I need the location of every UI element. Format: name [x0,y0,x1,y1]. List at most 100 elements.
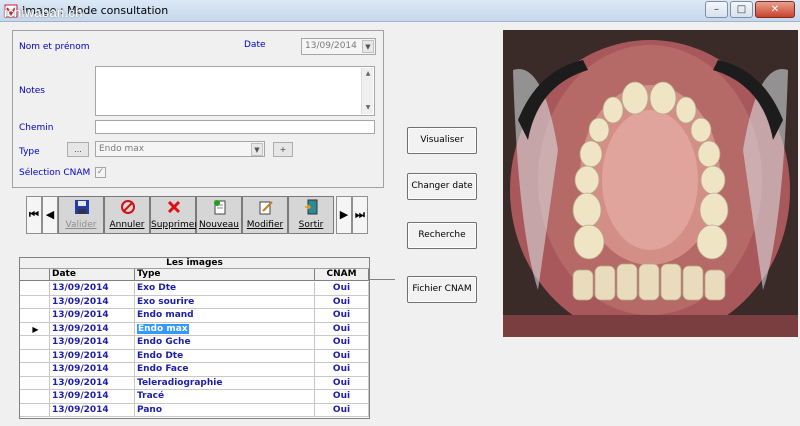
nouveau-button[interactable]: Nouveau [196,196,242,234]
cell-cnam[interactable]: Oui [315,403,369,416]
type-label: Type [19,147,40,157]
table-row[interactable]: ▶ 13/09/2014 Endo max Oui [20,322,369,336]
table-row[interactable]: 13/09/2014 Teleradiographie Oui [20,376,369,390]
cell-cnam[interactable]: Oui [315,309,369,322]
cell-date[interactable]: 13/09/2014 [50,336,135,349]
cell-type[interactable]: Tracé [135,390,315,403]
table-row[interactable]: 13/09/2014 Endo mand Oui [20,309,369,323]
fichier-cnam-button[interactable]: Fichier CNAM [407,276,477,303]
table-row[interactable]: 13/09/2014 Exo sourire Oui [20,295,369,309]
column-header-type[interactable]: Type [135,269,315,280]
cell-cnam[interactable]: Oui [315,390,369,403]
cell-type[interactable]: Endo mand [135,309,315,322]
nouveau-label: Nouveau [198,220,240,230]
last-record-button[interactable]: ⏭ [352,196,368,234]
cell-date[interactable]: 13/09/2014 [50,349,135,362]
row-indicator[interactable] [20,295,50,308]
cell-type[interactable]: Exo Dte [135,282,315,295]
date-field[interactable]: 13/09/2014 ▼ [301,38,376,55]
name-label: Nom et prénom [19,42,90,52]
scroll-down-icon[interactable]: ▼ [362,102,374,114]
table-row[interactable]: 13/09/2014 Endo Dte Oui [20,349,369,363]
supprimer-label: Supprimer [151,220,199,230]
save-icon [75,200,89,214]
sortir-label: Sortir [298,220,324,230]
cell-cnam[interactable]: Oui [315,282,369,295]
cell-cnam[interactable]: Oui [315,363,369,376]
row-indicator[interactable] [20,363,50,376]
cell-type[interactable]: Endo Gche [135,336,315,349]
cell-date[interactable]: 13/09/2014 [50,376,135,389]
chevron-down-icon[interactable]: ▼ [362,40,374,53]
cell-type[interactable]: Endo Dte [135,349,315,362]
annuler-label: Annuler [109,220,145,230]
title-bar: Image : Mode consultation ichiwaban.ch –… [0,0,800,22]
cell-cnam[interactable]: Oui [315,295,369,308]
row-indicator[interactable] [20,309,50,322]
visualiser-button[interactable]: Visualiser [407,127,477,154]
cell-date[interactable]: 13/09/2014 [50,322,135,335]
cell-type[interactable]: Endo max [135,322,315,335]
row-indicator[interactable] [20,349,50,362]
cnam-checkbox[interactable]: ✓ [95,167,106,178]
table-row[interactable]: 13/09/2014 Exo Dte Oui [20,282,369,296]
notes-textarea[interactable]: ▲ ▼ [95,66,375,116]
minimize-button[interactable]: – [705,1,728,18]
first-record-button[interactable]: ⏮ [26,196,42,234]
valider-button[interactable]: Valider [58,196,104,234]
cell-cnam[interactable]: Oui [315,349,369,362]
edit-icon [259,201,273,215]
cell-type[interactable]: Teleradiographie [135,376,315,389]
changer-date-button[interactable]: Changer date [407,173,477,200]
modifier-label: Modifier [246,220,284,230]
valider-label: Valider [65,220,97,230]
cell-type[interactable]: Pano [135,403,315,416]
table-row[interactable]: 13/09/2014 Tracé Oui [20,390,369,404]
sortir-button[interactable]: Sortir [288,196,334,234]
table-row[interactable]: 13/09/2014 Endo Face Oui [20,363,369,377]
cell-cnam[interactable]: Oui [315,336,369,349]
row-indicator[interactable] [20,376,50,389]
previous-record-button[interactable]: ◀ [42,196,58,234]
cell-type[interactable]: Exo sourire [135,295,315,308]
notes-scrollbar[interactable]: ▲ ▼ [361,68,373,114]
column-header-cnam[interactable]: CNAM [315,269,369,280]
modifier-button[interactable]: Modifier [242,196,288,234]
table-row[interactable]: 13/09/2014 Endo Gche Oui [20,336,369,350]
column-header-date[interactable]: Date [50,269,135,280]
type-add-button[interactable]: + [273,142,293,157]
cell-date[interactable]: 13/09/2014 [50,309,135,322]
table-row[interactable]: 13/09/2014 Pano Oui [20,403,369,417]
delete-icon [167,200,181,214]
row-indicator[interactable] [20,282,50,295]
cell-date[interactable]: 13/09/2014 [50,403,135,416]
row-indicator[interactable]: ▶ [20,322,50,335]
cell-date[interactable]: 13/09/2014 [50,295,135,308]
image-form-panel: Nom et prénom Date 13/09/2014 ▼ Notes ▲ … [12,30,384,188]
notes-label: Notes [19,86,45,96]
maximize-button[interactable]: □ [730,1,753,18]
next-record-button[interactable]: ▶ [336,196,352,234]
scroll-up-icon[interactable]: ▲ [362,68,374,80]
selected-type-text[interactable]: Endo max [137,323,189,334]
chemin-input[interactable] [95,120,375,134]
recherche-button[interactable]: Recherche [407,222,477,249]
cell-date[interactable]: 13/09/2014 [50,363,135,376]
type-browse-button[interactable]: ... [67,142,89,157]
new-document-icon [214,200,226,215]
cell-cnam[interactable]: Oui [315,322,369,335]
chevron-down-icon[interactable]: ▼ [251,143,263,156]
row-indicator[interactable] [20,336,50,349]
date-label: Date [244,40,266,50]
row-indicator[interactable] [20,390,50,403]
type-value: Endo max [99,144,145,154]
cell-date[interactable]: 13/09/2014 [50,390,135,403]
close-button[interactable]: ✕ [755,1,795,18]
cell-date[interactable]: 13/09/2014 [50,282,135,295]
type-select[interactable]: Endo max ▼ [95,141,265,157]
cell-type[interactable]: Endo Face [135,363,315,376]
annuler-button[interactable]: Annuler [104,196,150,234]
supprimer-button[interactable]: Supprimer [150,196,199,234]
cell-cnam[interactable]: Oui [315,376,369,389]
row-indicator[interactable] [20,403,50,416]
